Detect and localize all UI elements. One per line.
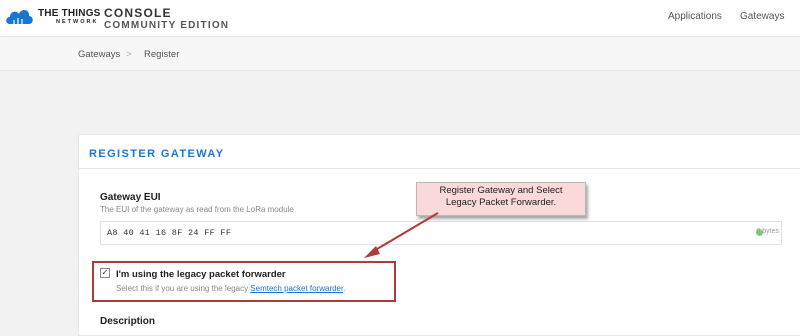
annotation-arrow	[364, 212, 439, 258]
